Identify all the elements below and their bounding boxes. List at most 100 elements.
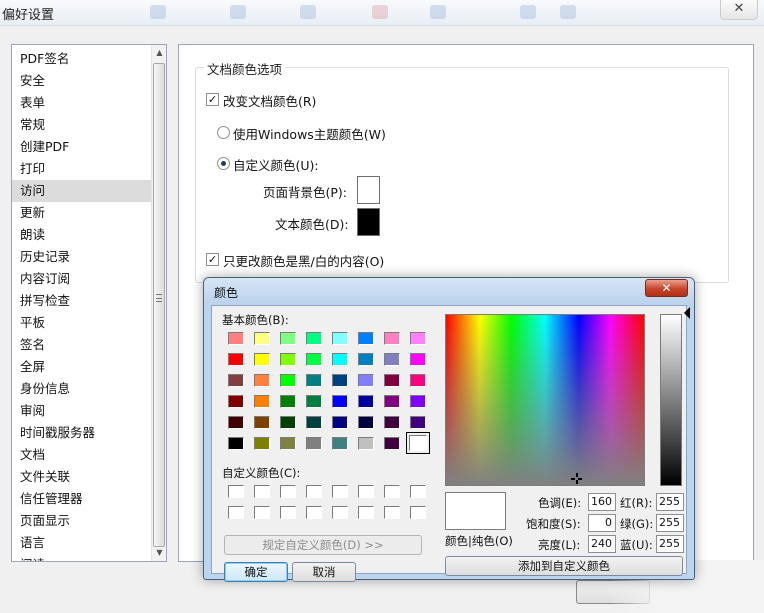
basic-color-swatch[interactable] xyxy=(410,416,426,429)
category-item[interactable]: 表单 xyxy=(12,92,152,114)
category-item[interactable]: 签名 xyxy=(12,334,152,356)
basic-color-swatch[interactable] xyxy=(254,353,270,366)
category-item[interactable]: 朗读 xyxy=(12,224,152,246)
basic-color-swatch[interactable] xyxy=(280,437,296,450)
saturation-input[interactable]: 0 xyxy=(588,514,616,532)
custom-color-swatch[interactable] xyxy=(410,485,426,498)
category-item[interactable]: 常规 xyxy=(12,114,152,136)
custom-color-swatch[interactable] xyxy=(280,506,296,519)
crosshair-icon[interactable] xyxy=(571,473,582,484)
basic-color-swatch[interactable] xyxy=(358,374,374,387)
custom-color-swatch[interactable] xyxy=(384,485,400,498)
category-item[interactable]: 更新 xyxy=(12,202,152,224)
basic-color-swatch[interactable] xyxy=(384,395,400,408)
basic-color-swatch[interactable] xyxy=(254,437,270,450)
custom-color-swatch[interactable] xyxy=(358,506,374,519)
basic-color-swatch[interactable] xyxy=(280,416,296,429)
custom-color-swatch[interactable] xyxy=(254,485,270,498)
green-input[interactable]: 255 xyxy=(656,514,684,532)
category-item[interactable]: 阅读 xyxy=(12,554,152,561)
category-item[interactable]: 页面显示 xyxy=(12,510,152,532)
define-custom-colors-button[interactable]: 规定自定义颜色(D) >> xyxy=(224,535,422,555)
basic-color-swatch[interactable] xyxy=(254,416,270,429)
red-input[interactable]: 255 xyxy=(656,493,684,511)
basic-color-swatch[interactable] xyxy=(406,432,430,454)
basic-color-swatch[interactable] xyxy=(384,416,400,429)
basic-color-swatch[interactable] xyxy=(358,353,374,366)
change-doc-color-checkbox[interactable]: ✓ xyxy=(206,93,219,106)
text-color-button[interactable] xyxy=(357,208,380,236)
custom-color-swatch[interactable] xyxy=(228,485,244,498)
basic-color-swatch[interactable] xyxy=(280,395,296,408)
close-button[interactable]: ✕ xyxy=(720,0,758,20)
category-item[interactable]: 拼写检查 xyxy=(12,290,152,312)
category-item[interactable]: PDF签名 xyxy=(12,48,152,70)
category-item[interactable]: 信任管理器 xyxy=(12,488,152,510)
basic-color-swatch[interactable] xyxy=(358,395,374,408)
category-item[interactable]: 全屏 xyxy=(12,356,152,378)
basic-color-swatch[interactable] xyxy=(358,437,374,450)
category-item[interactable]: 文档 xyxy=(12,444,152,466)
basic-color-swatch[interactable] xyxy=(410,353,426,366)
category-item[interactable]: 历史记录 xyxy=(12,246,152,268)
custom-color-swatch[interactable] xyxy=(358,485,374,498)
add-to-custom-colors-button[interactable]: 添加到自定义颜色 xyxy=(445,556,683,576)
basic-color-swatch[interactable] xyxy=(228,353,244,366)
category-item[interactable]: 创建PDF xyxy=(12,136,152,158)
custom-color-swatch[interactable] xyxy=(332,506,348,519)
basic-color-swatch[interactable] xyxy=(332,332,348,345)
cancel-button[interactable]: 取消 xyxy=(292,562,356,582)
scroll-up-arrow-icon[interactable]: ▲ xyxy=(152,45,166,61)
category-item[interactable]: 内容订阅 xyxy=(12,268,152,290)
basic-color-swatch[interactable] xyxy=(306,416,322,429)
color-spectrum[interactable] xyxy=(445,314,645,486)
luminance-arrow-icon[interactable] xyxy=(684,307,690,319)
custom-colors-label[interactable]: 自定义颜色(U): xyxy=(233,155,319,174)
luminance-bar[interactable] xyxy=(660,314,682,486)
custom-color-swatch[interactable] xyxy=(306,506,322,519)
only-bw-checkbox[interactable]: ✓ xyxy=(206,253,219,266)
custom-color-swatch[interactable] xyxy=(254,506,270,519)
category-item[interactable]: 时间戳服务器 xyxy=(12,422,152,444)
custom-color-swatch[interactable] xyxy=(228,506,244,519)
basic-color-swatch[interactable] xyxy=(306,332,322,345)
basic-color-swatch[interactable] xyxy=(384,437,400,450)
basic-color-swatch[interactable] xyxy=(332,353,348,366)
color-dialog-close-button[interactable]: ✕ xyxy=(645,279,688,297)
category-item[interactable]: 访问 xyxy=(12,180,152,202)
custom-color-swatch[interactable] xyxy=(332,485,348,498)
basic-color-swatch[interactable] xyxy=(228,395,244,408)
basic-color-swatch[interactable] xyxy=(228,437,244,450)
basic-color-swatch[interactable] xyxy=(410,395,426,408)
custom-color-swatch[interactable] xyxy=(410,506,426,519)
basic-color-swatch[interactable] xyxy=(254,395,270,408)
basic-color-swatch[interactable] xyxy=(384,374,400,387)
basic-color-swatch[interactable] xyxy=(306,437,322,450)
basic-color-swatch[interactable] xyxy=(254,332,270,345)
category-item[interactable]: 安全 xyxy=(12,70,152,92)
scroll-down-arrow-icon[interactable]: ▼ xyxy=(152,545,166,561)
basic-color-swatch[interactable] xyxy=(228,332,244,345)
basic-color-swatch[interactable] xyxy=(332,395,348,408)
basic-color-swatch[interactable] xyxy=(306,353,322,366)
blue-input[interactable]: 255 xyxy=(656,535,684,553)
custom-color-swatch[interactable] xyxy=(384,506,400,519)
category-item[interactable]: 审阅 xyxy=(12,400,152,422)
basic-color-swatch[interactable] xyxy=(228,416,244,429)
custom-color-swatch[interactable] xyxy=(280,485,296,498)
basic-color-swatch[interactable] xyxy=(358,332,374,345)
custom-colors-radio[interactable] xyxy=(217,157,230,170)
basic-color-swatch[interactable] xyxy=(358,416,374,429)
basic-color-swatch[interactable] xyxy=(384,332,400,345)
hue-input[interactable]: 160 xyxy=(588,493,616,511)
luminance-input[interactable]: 240 xyxy=(588,535,616,553)
basic-color-swatch[interactable] xyxy=(410,374,426,387)
basic-color-swatch[interactable] xyxy=(280,332,296,345)
only-bw-label[interactable]: 只更改颜色是黑/白的内容(O) xyxy=(223,251,384,270)
category-item[interactable]: 文件关联 xyxy=(12,466,152,488)
basic-color-swatch[interactable] xyxy=(410,332,426,345)
basic-color-swatch[interactable] xyxy=(228,374,244,387)
basic-color-swatch[interactable] xyxy=(306,395,322,408)
category-item[interactable]: 身份信息 xyxy=(12,378,152,400)
use-windows-colors-label[interactable]: 使用Windows主题颜色(W) xyxy=(233,124,386,143)
